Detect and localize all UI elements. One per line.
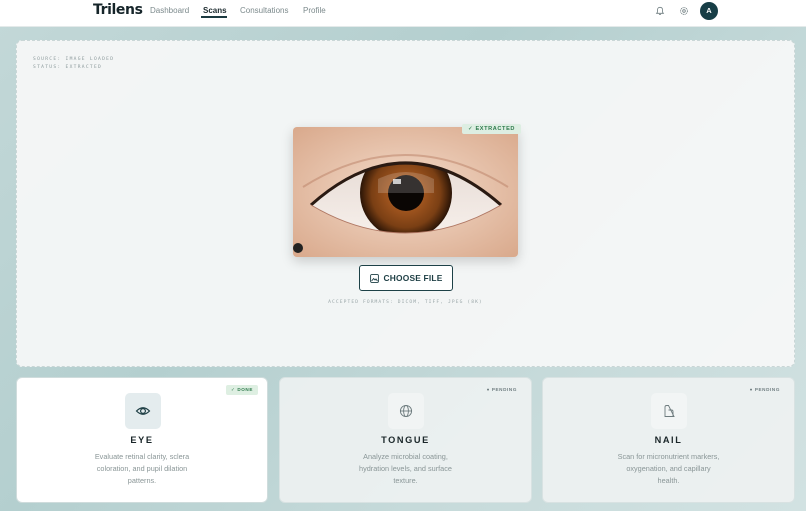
- extracted-badge: ✓ EXTRACTED: [462, 124, 522, 134]
- nav-consultations[interactable]: Consultations: [240, 6, 288, 15]
- eye-icon-box: [125, 393, 161, 429]
- image-corner-icon: [293, 243, 303, 253]
- status-badge: ● PENDING: [749, 387, 780, 392]
- choose-file-button[interactable]: CHOOSE FILE: [359, 265, 453, 291]
- scan-card-tongue[interactable]: ● PENDING TONGUE Analyze microbial coati…: [279, 377, 532, 503]
- upload-panel[interactable]: SOURCE: IMAGE LOADED STATUS: EXTRACTED ✓…: [16, 40, 795, 367]
- card-description: Scan for micronutrient markers, oxygenat…: [617, 452, 720, 485]
- card-title: NAIL: [654, 435, 683, 445]
- bell-icon[interactable]: [655, 6, 665, 16]
- choose-file-label: CHOOSE FILE: [383, 273, 443, 283]
- user-avatar[interactable]: A: [700, 2, 718, 20]
- status-state-line: STATUS: EXTRACTED: [33, 65, 103, 70]
- gear-icon[interactable]: [679, 6, 689, 16]
- status-readout: SOURCE: IMAGE LOADED STATUS: EXTRACTED: [33, 56, 114, 72]
- status-source-line: SOURCE: IMAGE LOADED: [33, 57, 115, 62]
- nav-dashboard[interactable]: Dashboard: [150, 6, 189, 15]
- nail-icon: [664, 405, 675, 417]
- card-title: EYE: [130, 435, 154, 445]
- image-icon: [369, 273, 379, 283]
- card-description: Analyze microbial coating, hydration lev…: [359, 452, 452, 485]
- globe-icon: [399, 404, 413, 418]
- brand-logo[interactable]: Trilens: [93, 2, 143, 18]
- nav-active-indicator: [201, 16, 227, 18]
- card-description: Evaluate retinal clarity, sclera colorat…: [94, 452, 190, 485]
- status-badge: ● PENDING: [486, 387, 517, 392]
- eye-photo: [293, 127, 518, 257]
- card-title: TONGUE: [381, 435, 430, 445]
- scan-card-nail[interactable]: ● PENDING NAIL Scan for micronutrient ma…: [542, 377, 795, 503]
- nav-profile[interactable]: Profile: [303, 6, 326, 15]
- eye-image-preview: [293, 127, 518, 257]
- nav-scans[interactable]: Scans: [203, 6, 227, 15]
- check-icon: ✓: [468, 126, 474, 132]
- globe-icon-box: [388, 393, 424, 429]
- eye-icon: [135, 407, 151, 415]
- top-navigation-bar: Trilens Dashboard Scans Consultations Pr…: [0, 0, 806, 27]
- accepted-formats: ACCEPTED FORMATS: DICOM, TIFF, JPEG (8K): [328, 300, 483, 305]
- status-badge: ✓ DONE: [225, 385, 258, 395]
- scan-card-eye[interactable]: ✓ DONE EYE Evaluate retinal clarity, scl…: [16, 377, 268, 503]
- nail-icon-box: [651, 393, 687, 429]
